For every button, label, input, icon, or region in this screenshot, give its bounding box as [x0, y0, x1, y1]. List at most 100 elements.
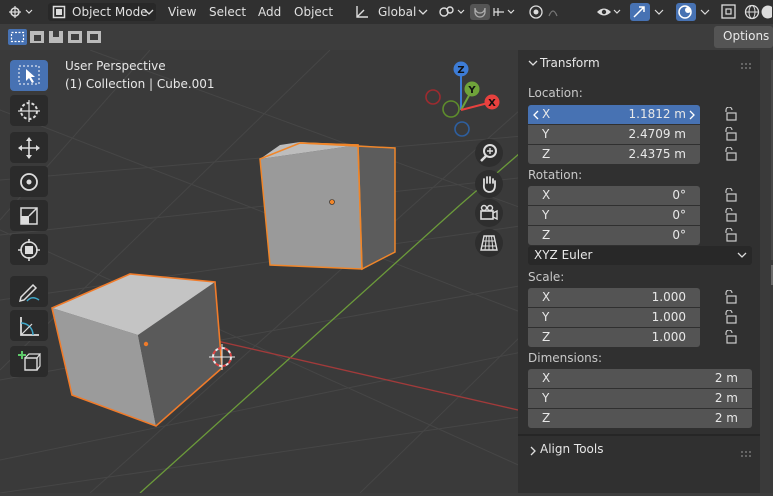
lock-icon[interactable] — [723, 330, 737, 344]
lock-icon[interactable] — [723, 147, 737, 161]
gizmo-x-label: X — [488, 98, 496, 109]
location-z-value: 2.4375 m — [628, 147, 687, 161]
tool-measure[interactable] — [10, 310, 48, 341]
rotation-z-field[interactable]: Z 0° — [528, 226, 700, 245]
gizmo-dropdown[interactable] — [654, 4, 666, 20]
gizmo-icon — [633, 6, 645, 18]
lock-icon[interactable] — [723, 188, 737, 202]
dimensions-y-field[interactable]: Y 2 m — [528, 389, 752, 408]
visibility-dropdown[interactable] — [596, 4, 624, 20]
tool-add-cube[interactable] — [10, 346, 48, 377]
scale-title: Scale: — [528, 270, 565, 284]
scale-y-field[interactable]: Y 1.000 — [528, 308, 700, 327]
mode-dropdown[interactable]: Object Mode — [48, 3, 156, 21]
zoom-button[interactable] — [475, 139, 503, 167]
editor-type-button[interactable] — [8, 4, 34, 20]
dimensions-y-value: 2 m — [714, 391, 738, 405]
rotation-mode-dropdown[interactable]: XYZ Euler — [528, 246, 752, 265]
menu-view[interactable]: View — [168, 4, 196, 20]
location-z-field[interactable]: Z 2.4375 m — [528, 145, 700, 164]
tab-strip-decoration — [771, 60, 773, 285]
tool-move[interactable] — [10, 132, 48, 163]
drag-handle-icon[interactable] — [740, 450, 754, 458]
perspective-label: User Perspective — [65, 59, 166, 73]
transform-orientation-icon — [356, 6, 368, 18]
sidebar-panel: Transform Location: X 1.1812 m Y 2.4709 … — [518, 50, 760, 493]
pan-button[interactable] — [475, 170, 503, 198]
scale-x-field[interactable]: X 1.000 — [528, 288, 700, 307]
location-y-field[interactable]: Y 2.4709 m — [528, 125, 700, 144]
tool-rotate[interactable] — [10, 166, 48, 197]
dimensions-x-field[interactable]: X 2 m — [528, 369, 752, 388]
cursor-icon — [18, 100, 40, 122]
snap-toggle[interactable] — [470, 4, 520, 20]
gizmo-y-label: Y — [467, 85, 476, 96]
tool-scale[interactable] — [10, 200, 48, 231]
dimensions-z-value: 2 m — [714, 411, 738, 425]
drag-handle-icon[interactable] — [740, 62, 754, 70]
dimensions-x-label: X — [542, 371, 551, 385]
location-title: Location: — [528, 86, 583, 100]
lock-icon[interactable] — [723, 208, 737, 222]
tool-transform[interactable] — [10, 234, 48, 265]
lock-icon[interactable] — [723, 310, 737, 324]
scale-z-field[interactable]: Z 1.000 — [528, 328, 700, 347]
ortho-toggle-button[interactable] — [475, 229, 503, 257]
tool-cursor[interactable] — [10, 95, 48, 126]
rotation-z-value: 0° — [672, 228, 686, 242]
menu-add[interactable]: Add — [258, 4, 281, 20]
navigation-gizmo[interactable]: Z Y X — [422, 58, 502, 142]
overlays-dropdown[interactable] — [700, 4, 712, 20]
sidebar-tab-strip[interactable] — [760, 50, 773, 493]
orientation-dropdown[interactable]: Global — [354, 4, 430, 20]
location-x-field[interactable]: X 1.1812 m — [528, 105, 700, 124]
location-x-label: X — [542, 107, 551, 121]
rotation-x-field[interactable]: X 0° — [528, 186, 700, 205]
dimensions-title: Dimensions: — [528, 351, 603, 365]
scale-z-label: Z — [542, 330, 551, 344]
annotate-pencil-icon — [18, 283, 40, 303]
chevron-down-icon — [737, 252, 747, 258]
lock-icon[interactable] — [723, 290, 737, 304]
shading-wireframe-button[interactable] — [744, 4, 773, 20]
dimensions-z-field[interactable]: Z 2 m — [528, 409, 752, 428]
rotation-y-field[interactable]: Y 0° — [528, 206, 700, 225]
overlays-toggle[interactable] — [676, 3, 696, 21]
rotation-mode-label: XYZ Euler — [534, 248, 593, 262]
tool-select-box[interactable] — [10, 60, 48, 91]
orientation-label: Global — [378, 5, 417, 19]
wireframe-sphere-icon — [744, 4, 773, 20]
rotation-y-label: Y — [542, 208, 550, 222]
measure-ruler-icon — [20, 317, 39, 336]
lock-icon[interactable] — [723, 127, 737, 141]
xray-icon — [721, 4, 736, 19]
location-x-value: 1.1812 m — [628, 107, 687, 121]
xray-toggle[interactable] — [720, 4, 738, 20]
move-icon — [18, 137, 40, 159]
chevron-right-icon[interactable] — [688, 110, 696, 120]
chevron-down-icon — [418, 9, 428, 15]
selection-mode-buttons[interactable] — [8, 29, 104, 45]
scale-icon — [20, 207, 38, 225]
camera-view-button[interactable] — [475, 199, 503, 227]
menu-object[interactable]: Object — [294, 4, 333, 20]
rotation-x-value: 0° — [672, 188, 686, 202]
align-tools-title[interactable]: Align Tools — [540, 442, 603, 456]
overlays-icon — [678, 5, 692, 19]
gizmo-toggle[interactable] — [630, 3, 650, 21]
lock-icon[interactable] — [723, 107, 737, 121]
pivot-point-dropdown[interactable] — [438, 4, 468, 20]
chevron-left-icon[interactable] — [532, 110, 540, 120]
options-button[interactable]: Options — [714, 26, 773, 48]
tool-annotate[interactable] — [10, 276, 48, 307]
chevron-down-icon — [144, 9, 154, 15]
menu-select[interactable]: Select — [209, 4, 246, 20]
axis-gizmo-icon: Z Y X — [425, 61, 500, 137]
chevron-down-icon — [700, 9, 710, 15]
zoom-magnifier-icon — [480, 144, 497, 162]
transform-title[interactable]: Transform — [540, 56, 600, 70]
scale-x-label: X — [542, 290, 551, 304]
select-box-icon — [18, 65, 40, 85]
lock-icon[interactable] — [723, 228, 737, 242]
proportional-edit-toggle[interactable] — [527, 4, 567, 20]
